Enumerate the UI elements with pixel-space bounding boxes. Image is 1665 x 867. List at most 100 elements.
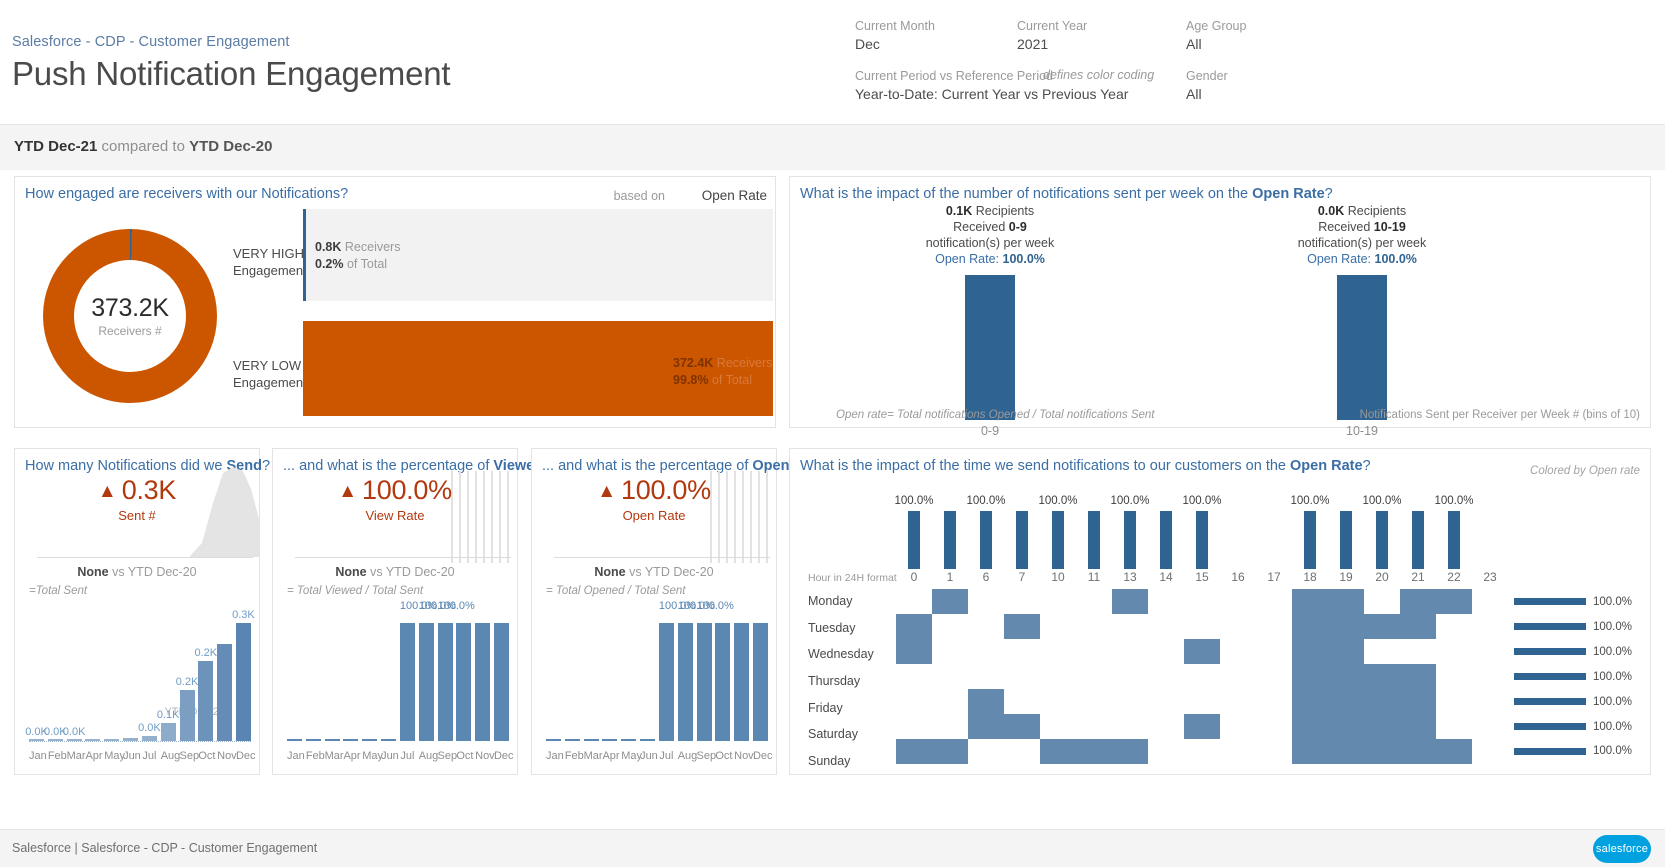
bar[interactable] bbox=[343, 739, 359, 741]
bar-column[interactable]: 0.0K bbox=[44, 613, 67, 741]
heatmap-cell[interactable] bbox=[1400, 614, 1436, 639]
bar[interactable] bbox=[621, 739, 637, 741]
bar-column[interactable]: 0.3K bbox=[232, 609, 255, 741]
heatmap-column-bar-rect[interactable] bbox=[908, 511, 920, 569]
heatmap-cell[interactable] bbox=[1292, 714, 1328, 739]
heatmap-column-bar-rect[interactable] bbox=[1124, 511, 1136, 569]
filter-current-year[interactable]: Current Year 2021 bbox=[1017, 18, 1087, 53]
bar[interactable] bbox=[418, 623, 434, 741]
heatmap-cell[interactable] bbox=[968, 714, 1004, 739]
heatmap-cell[interactable] bbox=[1328, 664, 1364, 689]
bar-column[interactable] bbox=[85, 613, 101, 741]
heatmap-cell[interactable] bbox=[1076, 739, 1112, 764]
heatmap-column-bar-rect[interactable] bbox=[1088, 511, 1100, 569]
bar-column[interactable] bbox=[305, 613, 321, 741]
heatmap-column-bar-rect[interactable] bbox=[944, 511, 956, 569]
bar[interactable] bbox=[399, 623, 415, 741]
bar[interactable] bbox=[602, 739, 618, 741]
bar-column[interactable] bbox=[715, 613, 731, 741]
heatmap-cell[interactable] bbox=[1328, 614, 1364, 639]
filter-current-month-value[interactable]: Dec bbox=[855, 35, 935, 53]
filter-current-month[interactable]: Current Month Dec bbox=[855, 18, 935, 53]
breadcrumb[interactable]: Salesforce - CDP - Customer Engagement bbox=[12, 34, 290, 50]
bar[interactable] bbox=[715, 623, 731, 741]
bar-column[interactable]: 0.0K bbox=[138, 613, 161, 741]
bar[interactable] bbox=[198, 661, 214, 741]
bar[interactable] bbox=[381, 739, 397, 741]
heatmap-cell[interactable] bbox=[1328, 589, 1364, 614]
bar-column[interactable] bbox=[734, 613, 750, 741]
heatmap-column-bar-rect[interactable] bbox=[980, 511, 992, 569]
bar-column[interactable] bbox=[399, 613, 415, 741]
heatmap-cell[interactable] bbox=[1292, 639, 1328, 664]
bar[interactable] bbox=[752, 623, 768, 741]
bar-column[interactable]: 0.0K bbox=[25, 613, 48, 741]
heatmap-column-bar[interactable]: 100.0% bbox=[966, 477, 1006, 569]
bar[interactable] bbox=[677, 623, 693, 741]
bar-column[interactable] bbox=[602, 613, 618, 741]
heatmap-cell[interactable] bbox=[1364, 614, 1400, 639]
heatmap-cell[interactable] bbox=[1400, 664, 1436, 689]
bar-column[interactable] bbox=[324, 613, 340, 741]
heatmap-column-bar[interactable]: 100.0% bbox=[1362, 477, 1402, 569]
bar[interactable] bbox=[640, 739, 656, 741]
bar[interactable] bbox=[564, 739, 580, 741]
based-on-value[interactable]: Open Rate bbox=[702, 188, 767, 203]
heatmap-cell[interactable] bbox=[1292, 664, 1328, 689]
heatmap-cell[interactable] bbox=[1400, 739, 1436, 764]
bar-column[interactable] bbox=[123, 613, 139, 741]
heatmap-cell[interactable] bbox=[1292, 689, 1328, 714]
heatmap-column-bar-rect[interactable] bbox=[1412, 511, 1424, 569]
filter-period-comparison-value[interactable]: Year-to-Date: Current Year vs Previous Y… bbox=[855, 85, 1128, 103]
heatmap-cell[interactable] bbox=[1435, 589, 1472, 614]
heatmap-cell[interactable] bbox=[1364, 664, 1400, 689]
bar[interactable] bbox=[546, 739, 561, 741]
heatmap-cell[interactable] bbox=[896, 739, 932, 764]
heatmap-cell[interactable] bbox=[1400, 589, 1436, 614]
heatmap-column-bar[interactable]: 100.0% bbox=[894, 477, 934, 569]
filter-current-year-value[interactable]: 2021 bbox=[1017, 35, 1087, 53]
heatmap-column-bar-rect[interactable] bbox=[1052, 511, 1064, 569]
heatmap-cell[interactable] bbox=[1328, 714, 1364, 739]
bar-column[interactable] bbox=[381, 613, 397, 741]
bar-column[interactable] bbox=[362, 613, 378, 741]
bar[interactable] bbox=[217, 644, 233, 741]
filter-gender[interactable]: Gender All bbox=[1186, 68, 1228, 103]
bar-column[interactable] bbox=[343, 613, 359, 741]
heatmap-column-bar-rect[interactable] bbox=[1447, 511, 1460, 569]
bar-column[interactable] bbox=[475, 613, 491, 741]
heatmap-cell[interactable] bbox=[1004, 614, 1040, 639]
bar-column[interactable] bbox=[217, 613, 233, 741]
heatmap-cell[interactable] bbox=[932, 739, 968, 764]
bar[interactable] bbox=[493, 623, 509, 741]
heatmap-column-bar[interactable] bbox=[1004, 477, 1040, 569]
heatmap-cell[interactable] bbox=[1364, 689, 1400, 714]
heatmap-cell[interactable] bbox=[1184, 714, 1220, 739]
heatmap-cell[interactable] bbox=[896, 639, 932, 664]
bar[interactable] bbox=[160, 723, 176, 741]
heatmap-column-bar[interactable]: 100.0% bbox=[1110, 477, 1150, 569]
heatmap-cell[interactable] bbox=[1184, 639, 1220, 664]
heatmap-cell[interactable] bbox=[1292, 739, 1328, 764]
heatmap-column-bar-rect[interactable] bbox=[1376, 511, 1388, 569]
bar[interactable] bbox=[287, 739, 302, 741]
heatmap-cell[interactable] bbox=[1112, 739, 1148, 764]
bar-column[interactable] bbox=[437, 613, 453, 741]
heatmap-column-bar[interactable]: 100.0% bbox=[1434, 477, 1473, 569]
bar-column[interactable] bbox=[493, 613, 509, 741]
bar-column[interactable] bbox=[658, 613, 674, 741]
heatmap-cell[interactable] bbox=[1328, 739, 1364, 764]
heatmap-cell[interactable] bbox=[932, 589, 968, 614]
filter-gender-value[interactable]: All bbox=[1186, 85, 1228, 103]
heatmap-column-bar-rect[interactable] bbox=[1340, 511, 1352, 569]
bar-column[interactable] bbox=[104, 613, 120, 741]
heatmap-column-bar-rect[interactable] bbox=[1160, 511, 1172, 569]
bar[interactable] bbox=[456, 623, 472, 741]
bar-column[interactable]: 0.2K bbox=[176, 613, 198, 741]
heatmap-cell[interactable] bbox=[1400, 689, 1436, 714]
bar-column[interactable] bbox=[456, 613, 472, 741]
heatmap-cell[interactable] bbox=[1004, 714, 1040, 739]
filter-age-group[interactable]: Age Group All bbox=[1186, 18, 1246, 53]
heatmap-cell[interactable] bbox=[1435, 739, 1472, 764]
heatmap-column-bar[interactable] bbox=[1328, 477, 1364, 569]
